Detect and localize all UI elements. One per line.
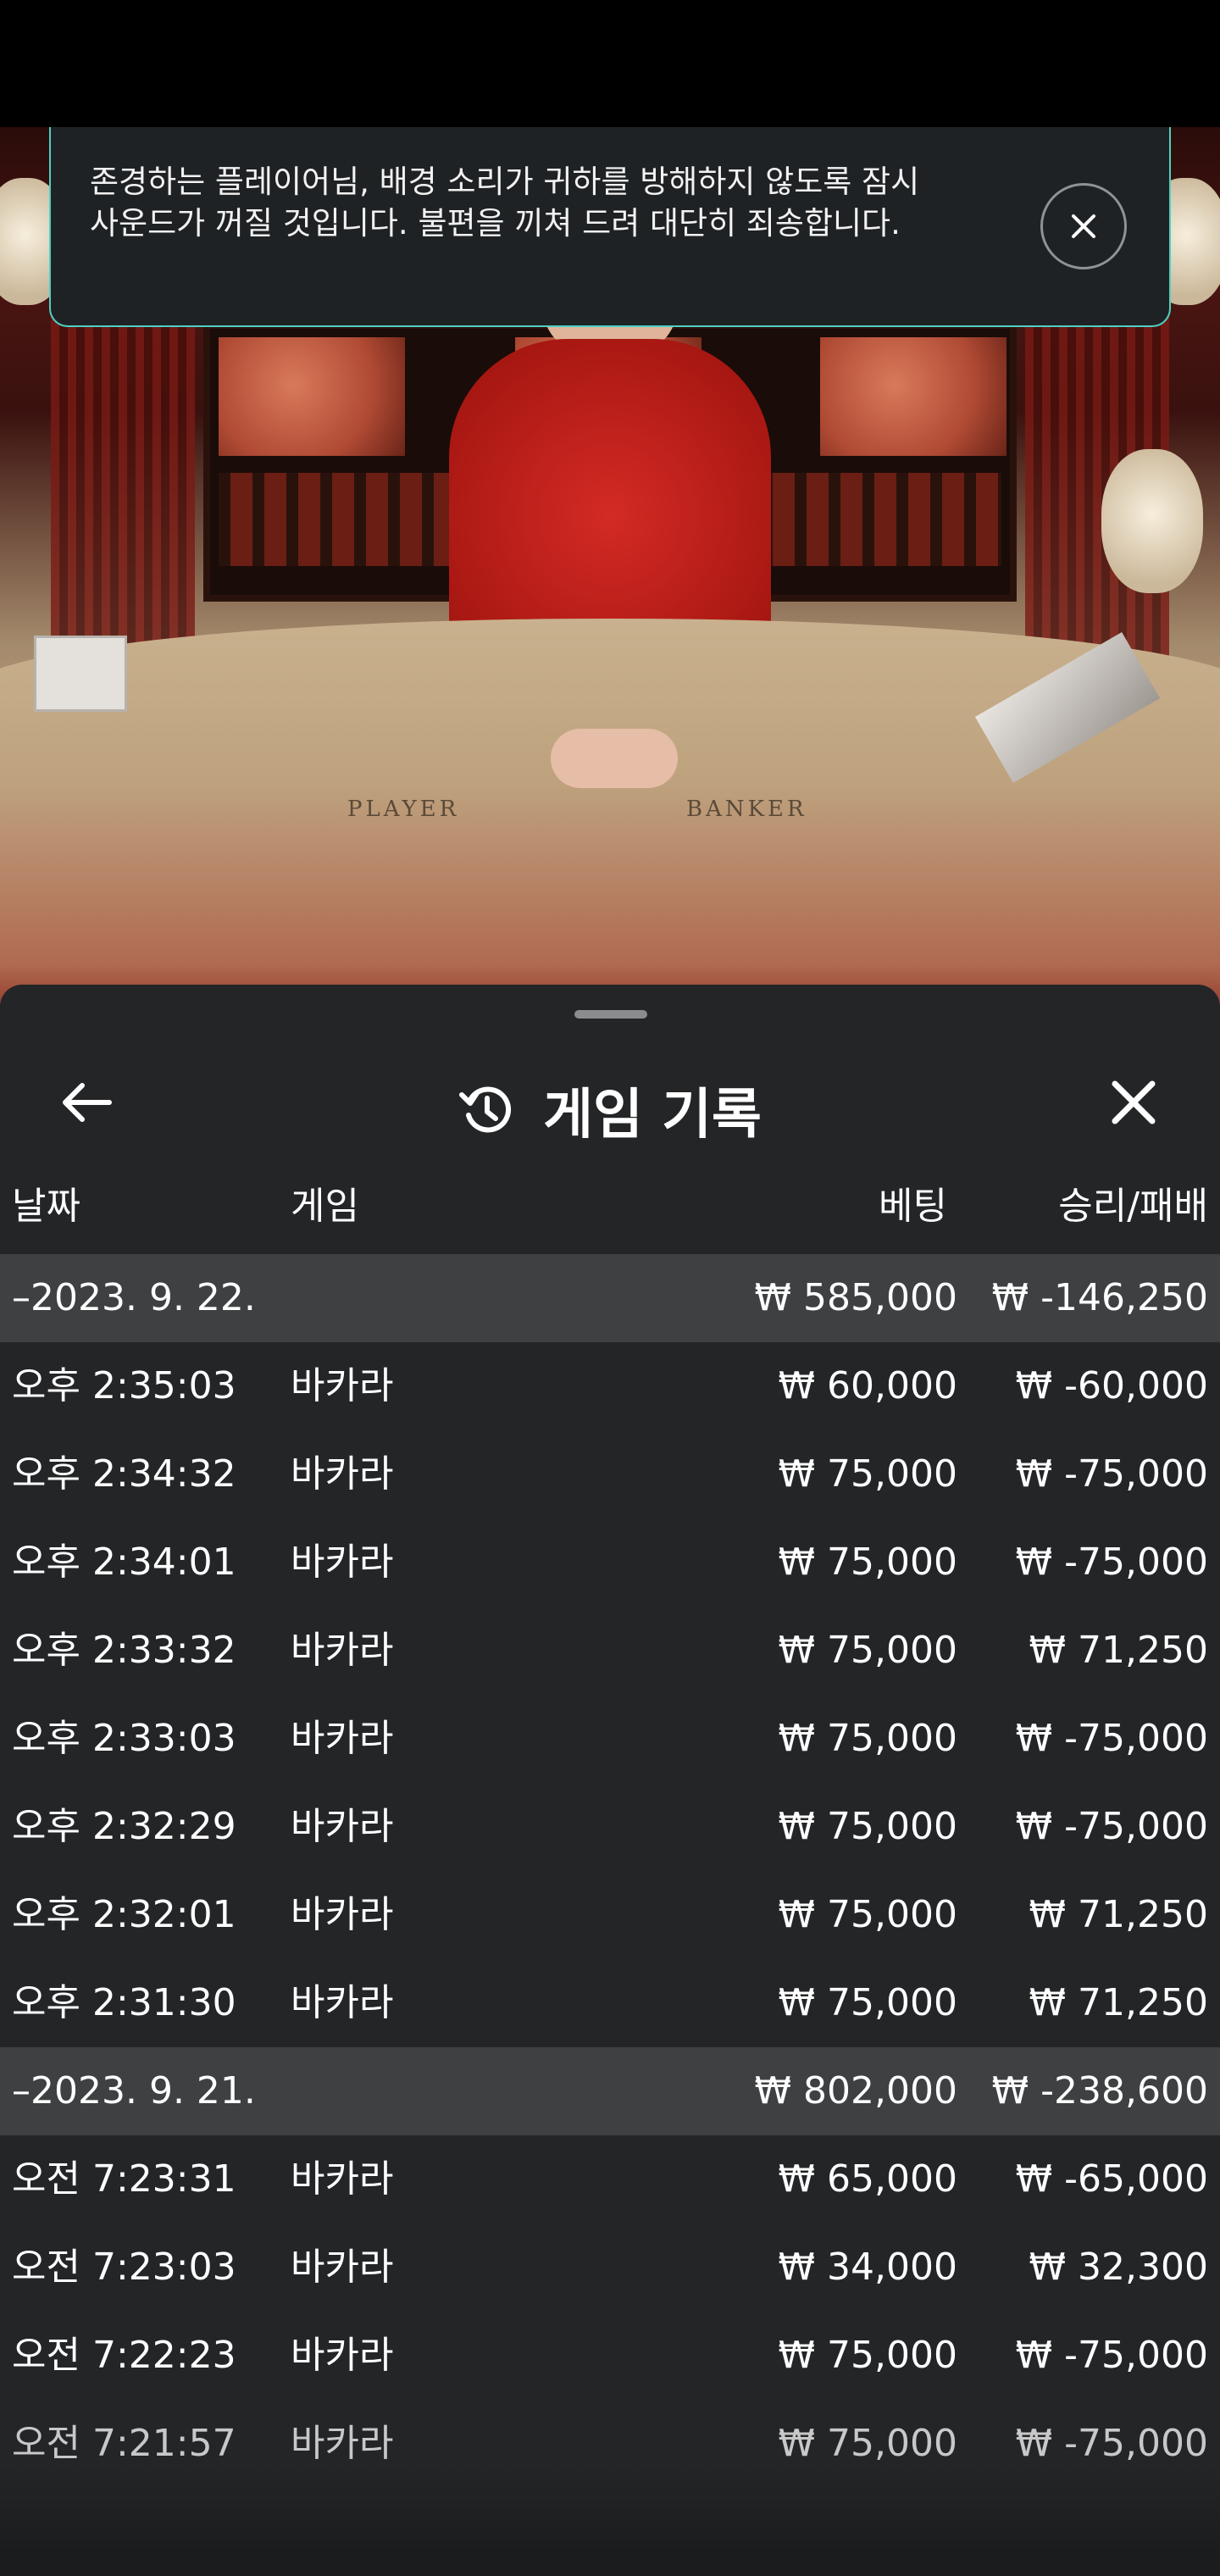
- history-list: –2023. 9. 22. ₩ 585,000 ₩ -146,250 오후 2:…: [0, 1254, 1220, 2488]
- table-label-player: PLAYER: [347, 797, 460, 822]
- history-row[interactable]: 오후 2:34:32 바카라 ₩ 75,000 ₩ -75,000: [0, 1430, 1220, 1518]
- date-group-row[interactable]: –2023. 9. 22. ₩ 585,000 ₩ -146,250: [0, 1254, 1220, 1342]
- history-row[interactable]: 오전 7:23:03 바카라 ₩ 34,000 ₩ 32,300: [0, 2223, 1220, 2312]
- row-time: 오후 2:32:29: [12, 1805, 236, 1848]
- baccarat-table: [0, 619, 1220, 1017]
- history-row[interactable]: 오후 2:32:01 바카라 ₩ 75,000 ₩ 71,250: [0, 1871, 1220, 1959]
- group-date: –2023. 9. 22.: [12, 1276, 256, 1319]
- dealer-hands: [551, 729, 678, 788]
- row-time: 오전 7:23:31: [12, 2157, 236, 2201]
- row-bet: ₩ 75,000: [778, 1452, 957, 1496]
- row-game: 바카라: [291, 2246, 394, 2289]
- close-icon: [1072, 214, 1095, 238]
- history-row[interactable]: 오후 2:34:01 바카라 ₩ 75,000 ₩ -75,000: [0, 1518, 1220, 1607]
- sheet-title: 게임 기록: [543, 1084, 762, 1146]
- row-result: ₩ -75,000: [1015, 1717, 1208, 1760]
- row-result: ₩ -75,000: [1015, 1452, 1208, 1496]
- row-result: ₩ -75,000: [1015, 2334, 1208, 2377]
- row-result: ₩ 71,250: [1029, 1629, 1208, 1672]
- row-bet: ₩ 60,000: [778, 1364, 957, 1407]
- history-row[interactable]: 오전 7:22:23 바카라 ₩ 75,000 ₩ -75,000: [0, 2312, 1220, 2400]
- history-row[interactable]: 오후 2:35:03 바카라 ₩ 60,000 ₩ -60,000: [0, 1342, 1220, 1430]
- group-bet-total: ₩ 802,000: [754, 2069, 957, 2112]
- history-row[interactable]: 오후 2:31:30 바카라 ₩ 75,000 ₩ 71,250: [0, 1959, 1220, 2047]
- notice-message: 존경하는 플레이어님, 배경 소리가 귀하를 방해하지 않도록 잠시 사운드가 …: [90, 164, 920, 242]
- row-game: 바카라: [291, 1805, 394, 1848]
- sheet-header: 게임 기록: [0, 1052, 1220, 1154]
- row-bet: ₩ 75,000: [778, 1981, 957, 2024]
- lantern-right-lower: [1101, 449, 1203, 593]
- row-game: 바카라: [291, 1452, 394, 1496]
- card-tray: [34, 636, 127, 712]
- row-bet: ₩ 65,000: [778, 2157, 957, 2201]
- row-game: 바카라: [291, 1629, 394, 1672]
- list-bottom-fade: [0, 2466, 1220, 2576]
- row-result: ₩ -75,000: [1015, 1805, 1208, 1848]
- row-result: ₩ -65,000: [1015, 2157, 1208, 2201]
- row-bet: ₩ 75,000: [778, 1717, 957, 1760]
- row-game: 바카라: [291, 1893, 394, 1936]
- status-bar: [0, 0, 1220, 127]
- sheet-close-button[interactable]: [1100, 1073, 1167, 1132]
- row-game: 바카라: [291, 1717, 394, 1760]
- row-time: 오후 2:33:32: [12, 1629, 236, 1672]
- history-row[interactable]: 오후 2:33:03 바카라 ₩ 75,000 ₩ -75,000: [0, 1695, 1220, 1783]
- column-header-date: 날짜: [12, 1185, 80, 1228]
- row-bet: ₩ 34,000: [778, 2246, 957, 2289]
- group-win-total: ₩ -238,600: [991, 2069, 1208, 2112]
- column-header-game: 게임: [291, 1185, 359, 1228]
- close-icon: [1112, 1080, 1156, 1124]
- history-row[interactable]: 오후 2:33:32 바카라 ₩ 75,000 ₩ 71,250: [0, 1607, 1220, 1695]
- row-result: ₩ 71,250: [1029, 1981, 1208, 2024]
- row-bet: ₩ 75,000: [778, 2334, 957, 2377]
- row-game: 바카라: [291, 1981, 394, 2024]
- row-game: 바카라: [291, 2334, 394, 2377]
- group-date: –2023. 9. 21.: [12, 2069, 256, 2112]
- row-time: 오후 2:33:03: [12, 1717, 236, 1760]
- row-time: 오후 2:35:03: [12, 1364, 236, 1407]
- row-result: ₩ 32,300: [1029, 2246, 1208, 2289]
- row-result: ₩ -75,000: [1015, 1541, 1208, 1584]
- sound-notice-banner: 존경하는 플레이어님, 배경 소리가 귀하를 방해하지 않도록 잠시 사운드가 …: [49, 127, 1171, 327]
- row-bet: ₩ 75,000: [778, 1805, 957, 1848]
- notice-close-button[interactable]: [1040, 183, 1127, 269]
- game-history-sheet: 게임 기록 날짜 게임 베팅 승리/패배 –2023. 9. 22. ₩ 585…: [0, 985, 1220, 2576]
- row-bet: ₩ 75,000: [778, 1893, 957, 1936]
- row-game: 바카라: [291, 1364, 394, 1407]
- date-group-row[interactable]: –2023. 9. 21. ₩ 802,000 ₩ -238,600: [0, 2047, 1220, 2135]
- row-time: 오후 2:32:01: [12, 1893, 236, 1936]
- group-bet-total: ₩ 585,000: [754, 1276, 957, 1319]
- row-time: 오전 7:23:03: [12, 2246, 236, 2289]
- sheet-drag-handle[interactable]: [574, 1010, 647, 1019]
- row-bet: ₩ 75,000: [778, 1629, 957, 1672]
- row-bet: ₩ 75,000: [778, 1541, 957, 1584]
- row-result: ₩ 71,250: [1029, 1893, 1208, 1936]
- history-icon: [459, 1086, 512, 1133]
- row-time: 오후 2:34:01: [12, 1541, 236, 1584]
- column-header-bet: 베팅: [879, 1185, 947, 1228]
- row-time: 오후 2:34:32: [12, 1452, 236, 1496]
- table-label-banker: BANKER: [686, 797, 807, 822]
- group-win-total: ₩ -146,250: [991, 1276, 1208, 1319]
- row-time: 오후 2:31:30: [12, 1981, 236, 2024]
- column-header-win-loss: 승리/패배: [1058, 1185, 1208, 1228]
- history-row[interactable]: 오후 2:32:29 바카라 ₩ 75,000 ₩ -75,000: [0, 1783, 1220, 1871]
- row-game: 바카라: [291, 2157, 394, 2201]
- row-time: 오전 7:22:23: [12, 2334, 236, 2377]
- history-row[interactable]: 오전 7:23:31 바카라 ₩ 65,000 ₩ -65,000: [0, 2135, 1220, 2223]
- row-result: ₩ -60,000: [1015, 1364, 1208, 1407]
- row-game: 바카라: [291, 1541, 394, 1584]
